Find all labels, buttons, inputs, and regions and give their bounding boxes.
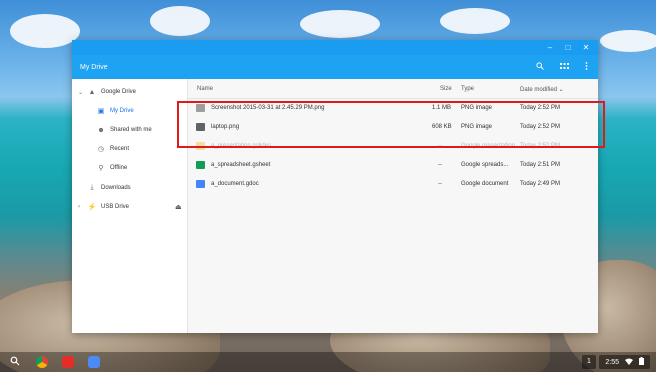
chevron-down-icon[interactable]: ⌄: [78, 89, 83, 96]
sidebar-item-label: Offline: [110, 165, 128, 171]
wifi-icon: [625, 358, 633, 367]
cloud: [440, 8, 510, 34]
battery-icon: [639, 357, 644, 367]
column-header-row: Name Size Type Date modified ⌄: [188, 79, 598, 99]
file-size: 1.1 MB: [432, 105, 452, 111]
files-app-window: – □ ✕ My Drive ⌄ ▲ Google Drive ▣ My Dri…: [72, 40, 598, 333]
column-header-size[interactable]: Size: [440, 86, 452, 92]
cloud: [150, 6, 210, 36]
file-row[interactable]: a_spreadsheet.gsheet -- Google spreads..…: [188, 156, 598, 175]
file-size: 608 KB: [432, 124, 452, 130]
column-header-date[interactable]: Date modified ⌄: [520, 86, 564, 93]
file-type: Google spreads...: [461, 162, 509, 168]
sidebar-item-my-drive[interactable]: ▣ My Drive: [96, 103, 134, 119]
file-name: a_document.gdoc: [211, 181, 259, 187]
folder-drive-icon: ▣: [97, 108, 105, 115]
file-row[interactable]: Screenshot 2015-03-31 at 2.45.29 PM.png …: [188, 99, 598, 118]
sidebar-item-shared-with-me[interactable]: ☻ Shared with me: [96, 122, 152, 138]
sidebar-item-label: Google Drive: [101, 89, 137, 95]
close-button[interactable]: ✕: [582, 43, 590, 52]
column-header-type[interactable]: Type: [461, 86, 474, 92]
clock-time: 2:55: [605, 358, 619, 366]
slides-file-icon: [196, 142, 205, 150]
sidebar-item-label: Downloads: [101, 185, 131, 191]
pin-icon: ⚲: [98, 165, 104, 172]
people-icon: ☻: [97, 126, 105, 134]
eject-icon[interactable]: ⏏: [175, 203, 182, 211]
file-date: Today 2:52 PM: [520, 105, 561, 111]
file-type: PNG image: [461, 105, 493, 111]
sidebar-item-label: Shared with me: [110, 127, 152, 133]
system-tray[interactable]: 2:55: [599, 355, 650, 369]
file-name: Screenshot 2015-03-31 at 2.45.29 PM.png: [211, 105, 325, 111]
cloud: [600, 30, 656, 52]
sidebar-item-recent[interactable]: ◷ Recent: [96, 141, 129, 157]
file-type: Google presentation: [461, 143, 516, 149]
sheets-file-icon: [196, 161, 205, 169]
sidebar-item-label: My Drive: [110, 108, 134, 114]
sidebar-item-google-drive[interactable]: ▲ Google Drive: [87, 84, 136, 100]
file-row[interactable]: a_document.gdoc -- Google document Today…: [188, 175, 598, 194]
drive-icon: ▲: [88, 88, 96, 96]
youtube-icon[interactable]: [62, 356, 74, 368]
file-size: --: [438, 143, 442, 149]
sidebar-item-downloads[interactable]: ⤓ Downloads: [87, 180, 131, 196]
file-date: Today 2:49 PM: [520, 181, 561, 187]
file-type: Google document: [461, 181, 509, 187]
download-icon: ⤓: [90, 184, 94, 191]
file-size: --: [438, 181, 442, 187]
cloud: [10, 14, 80, 48]
launcher-search-icon[interactable]: [10, 356, 22, 368]
image-file-icon: [196, 123, 205, 131]
clock-icon: ◷: [97, 146, 105, 153]
column-header-name[interactable]: Name: [197, 86, 213, 92]
search-icon[interactable]: [536, 62, 544, 72]
chrome-icon[interactable]: [36, 356, 48, 368]
file-type: PNG image: [461, 124, 493, 130]
docs-file-icon: [196, 180, 205, 188]
maximize-button[interactable]: □: [564, 43, 572, 52]
sidebar-item-label: Recent: [110, 146, 130, 152]
file-row[interactable]: laptop.png 608 KB PNG image Today 2:52 P…: [188, 118, 598, 137]
file-date: Today 2:52 PM: [520, 143, 561, 149]
file-row[interactable]: a_presentation.gslides -- Google present…: [188, 137, 598, 156]
sidebar-item-offline[interactable]: ⚲ Offline: [96, 160, 127, 176]
file-name: laptop.png: [211, 124, 240, 130]
file-size: --: [438, 162, 442, 168]
files-app-icon[interactable]: [88, 356, 100, 368]
window-titlebar[interactable]: – □ ✕: [72, 40, 598, 55]
more-options-icon[interactable]: [585, 62, 588, 72]
chevron-right-icon[interactable]: ›: [78, 204, 80, 210]
file-name: a_presentation.gslides: [211, 143, 272, 149]
app-toolbar: My Drive: [72, 55, 598, 79]
file-list: Name Size Type Date modified ⌄ Screensho…: [188, 79, 598, 333]
sidebar: ⌄ ▲ Google Drive ▣ My Drive ☻ Shared wit…: [72, 79, 188, 333]
file-date: Today 2:52 PM: [520, 124, 561, 130]
breadcrumb-title[interactable]: My Drive: [80, 64, 108, 71]
notification-count-badge[interactable]: 1: [582, 355, 596, 369]
grid-view-icon[interactable]: [560, 62, 569, 72]
sidebar-item-usb-drive[interactable]: ⚡ USB Drive: [87, 199, 129, 215]
minimize-button[interactable]: –: [546, 43, 554, 52]
cloud: [300, 10, 380, 38]
sidebar-item-label: USB Drive: [101, 204, 130, 210]
usb-icon: ⚡: [87, 204, 97, 211]
file-date: Today 2:51 PM: [520, 162, 561, 168]
image-file-icon: [196, 104, 205, 112]
file-name: a_spreadsheet.gsheet: [211, 162, 271, 168]
